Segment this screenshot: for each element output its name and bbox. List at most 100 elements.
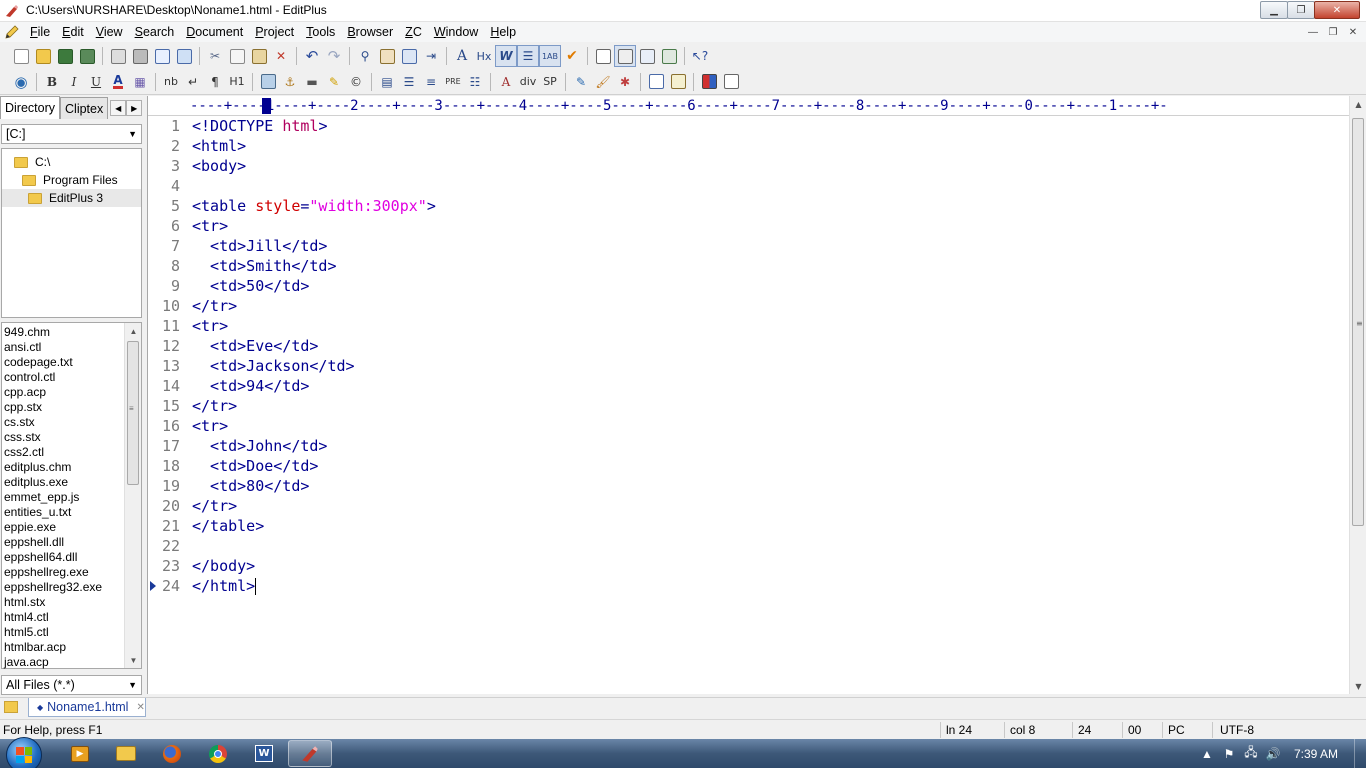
list-item[interactable]: cpp.acp bbox=[4, 385, 102, 400]
code-line[interactable]: <td>Eve</td> bbox=[192, 336, 1332, 356]
line-number[interactable]: 14 bbox=[148, 376, 182, 396]
line-number[interactable]: 4 bbox=[148, 176, 182, 196]
code-line[interactable]: <td>80</td> bbox=[192, 476, 1332, 496]
code-line[interactable]: <td>Smith</td> bbox=[192, 256, 1332, 276]
list-item[interactable]: control.ctl bbox=[4, 370, 102, 385]
file-list-scroll-thumb[interactable]: ≡ bbox=[127, 341, 139, 485]
code-area[interactable]: <!DOCTYPE html> <html> <body> <table style=… bbox=[192, 116, 1332, 596]
undo-button[interactable]: ↶ bbox=[301, 45, 323, 67]
redo-button[interactable]: ↷ bbox=[323, 45, 345, 67]
folder-icon[interactable] bbox=[4, 701, 18, 713]
line-break-button[interactable]: ↵ bbox=[182, 71, 204, 93]
code-line[interactable]: </tr> bbox=[192, 396, 1332, 416]
delete-button[interactable]: ✕ bbox=[270, 45, 292, 67]
menu-tools[interactable]: Tools bbox=[300, 22, 341, 42]
list-item[interactable]: editplus.chm bbox=[4, 460, 102, 475]
status-file-format[interactable]: PC bbox=[1168, 723, 1185, 737]
taskbar-media-player[interactable]: ▶ bbox=[58, 740, 102, 767]
code-line[interactable]: </tr> bbox=[192, 496, 1332, 516]
code-line[interactable]: <tr> bbox=[192, 316, 1332, 336]
tab-directory[interactable]: Directory bbox=[0, 96, 61, 119]
highlight-button[interactable]: ✎ bbox=[323, 71, 345, 93]
status-encoding[interactable]: UTF-8 bbox=[1220, 723, 1254, 737]
replace-button[interactable] bbox=[376, 45, 398, 67]
list-button[interactable]: ☷ bbox=[464, 71, 486, 93]
code-line[interactable]: </html> bbox=[192, 576, 1332, 596]
document-tab-noname1[interactable]: ◆ Noname1.html ✕ bbox=[28, 698, 146, 717]
code-line[interactable]: <td>Doe</td> bbox=[192, 456, 1332, 476]
file-list-scrollbar[interactable]: ▲ ≡ ▼ bbox=[124, 323, 141, 668]
line-number[interactable]: 17 bbox=[148, 436, 182, 456]
check-button[interactable]: ✔ bbox=[561, 45, 583, 67]
list-item[interactable]: editplus.exe bbox=[4, 475, 102, 490]
code-line[interactable]: <tr> bbox=[192, 216, 1332, 236]
html-toolbox-button[interactable]: ✱ bbox=[614, 71, 636, 93]
open-file-button[interactable] bbox=[32, 45, 54, 67]
editor-vertical-scrollbar[interactable]: ▲ ≡ ▼ bbox=[1349, 96, 1366, 694]
output-preview-button[interactable] bbox=[720, 71, 742, 93]
list-item[interactable]: eppshellreg.exe bbox=[4, 565, 102, 580]
editor-scroll-thumb[interactable]: ≡ bbox=[1352, 118, 1364, 526]
cut-button[interactable]: ✂ bbox=[204, 45, 226, 67]
code-line[interactable] bbox=[192, 536, 1332, 556]
list-item[interactable]: entities_u.txt bbox=[4, 505, 102, 520]
list-item[interactable]: css2.ctl bbox=[4, 445, 102, 460]
find-in-files-button[interactable] bbox=[398, 45, 420, 67]
list-item[interactable]: ansi.ctl bbox=[4, 340, 102, 355]
menu-zc[interactable]: ZC bbox=[399, 22, 428, 42]
nbsp-button[interactable]: nb bbox=[160, 71, 182, 93]
fullscreen-button[interactable] bbox=[658, 45, 680, 67]
italic-button[interactable]: I bbox=[63, 71, 85, 93]
div-button[interactable]: div bbox=[517, 71, 539, 93]
image-button[interactable] bbox=[257, 71, 279, 93]
special-char-button[interactable]: © bbox=[345, 71, 367, 93]
line-number[interactable]: 1 bbox=[148, 116, 182, 136]
menu-help[interactable]: Help bbox=[484, 22, 522, 42]
list-item[interactable]: css.stx bbox=[4, 430, 102, 445]
menu-document[interactable]: Document bbox=[180, 22, 249, 42]
table-row-button[interactable]: ☰ bbox=[398, 71, 420, 93]
line-number[interactable]: 23 bbox=[148, 556, 182, 576]
taskbar-editplus[interactable] bbox=[288, 740, 332, 767]
mdi-minimize-button[interactable]: — bbox=[1304, 24, 1322, 40]
horizontal-rule-button[interactable]: ▬ bbox=[301, 71, 323, 93]
line-number[interactable]: 8 bbox=[148, 256, 182, 276]
scroll-down-button[interactable]: ▼ bbox=[1350, 678, 1366, 694]
code-line[interactable]: <tr> bbox=[192, 416, 1332, 436]
save-button[interactable] bbox=[54, 45, 76, 67]
code-line[interactable]: <td>Jill</td> bbox=[192, 236, 1332, 256]
line-number[interactable]: 19 bbox=[148, 476, 182, 496]
line-number[interactable]: 10 bbox=[148, 296, 182, 316]
print-preview-button[interactable] bbox=[107, 45, 129, 67]
scroll-up-button[interactable]: ▲ bbox=[1350, 96, 1366, 112]
line-number[interactable]: 11 bbox=[148, 316, 182, 336]
code-line[interactable]: <body> bbox=[192, 156, 1332, 176]
list-item[interactable]: eppshell64.dll bbox=[4, 550, 102, 565]
new-file-button[interactable] bbox=[10, 45, 32, 67]
edit-tag-button[interactable]: ✎ bbox=[570, 71, 592, 93]
action-center-flag-icon[interactable]: ⚑ bbox=[1218, 743, 1240, 765]
taskbar-firefox[interactable] bbox=[150, 740, 194, 767]
line-number[interactable]: 24 bbox=[148, 576, 182, 596]
line-number[interactable]: 20 bbox=[148, 496, 182, 516]
list-item[interactable]: eppshell.dll bbox=[4, 535, 102, 550]
font-button[interactable]: A bbox=[451, 45, 473, 67]
tray-expand-icon[interactable]: ▲ bbox=[1196, 743, 1218, 765]
document-pen-icon[interactable] bbox=[0, 22, 24, 42]
mdi-restore-button[interactable]: ❐ bbox=[1324, 24, 1342, 40]
start-button[interactable] bbox=[6, 737, 42, 768]
list-item[interactable]: html5.ctl bbox=[4, 625, 102, 640]
input-button[interactable] bbox=[667, 71, 689, 93]
line-number[interactable]: 22 bbox=[148, 536, 182, 556]
line-number[interactable]: 3 bbox=[148, 156, 182, 176]
code-line[interactable]: <td>94</td> bbox=[192, 376, 1332, 396]
code-line[interactable]: </body> bbox=[192, 556, 1332, 576]
file-filter-select[interactable]: All Files (*.*) ▼ bbox=[1, 675, 142, 695]
code-line[interactable]: <html> bbox=[192, 136, 1332, 156]
tab-cliptext[interactable]: Cliptex bbox=[60, 97, 109, 119]
taskbar-explorer[interactable] bbox=[104, 740, 148, 767]
drive-select[interactable]: [C:] ▼ bbox=[1, 124, 142, 144]
list-item[interactable]: codepage.txt bbox=[4, 355, 102, 370]
bold-button[interactable]: B bbox=[41, 71, 63, 93]
code-line[interactable]: </table> bbox=[192, 516, 1332, 536]
